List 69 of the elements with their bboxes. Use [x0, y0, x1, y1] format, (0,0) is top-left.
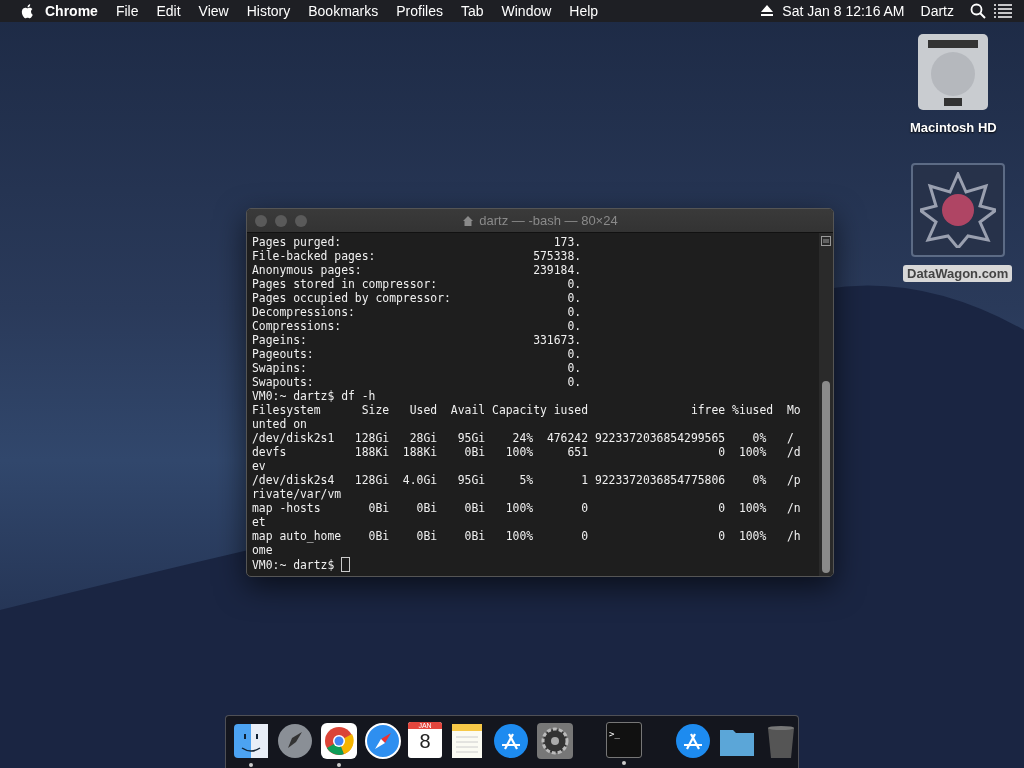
compass-icon[interactable]: [364, 722, 402, 760]
chrome-icon[interactable]: [320, 722, 358, 760]
menu-item[interactable]: Tab: [451, 3, 493, 19]
terminal-text: 0.: [567, 277, 582, 291]
terminal-text: ome: [252, 543, 274, 557]
terminal-text: map -hosts 0Bi 0Bi 0Bi 100% 0 0 100% /n: [252, 501, 802, 515]
terminal-text: 0.: [567, 347, 582, 361]
terminal-text: Filesystem Size Used Avail Capacity iused ifree %iused Mo: [252, 403, 802, 417]
menu-item[interactable]: Profiles: [387, 3, 452, 19]
window-title: dartz — -bash — 80×24: [479, 213, 618, 228]
terminal-text: VM0:~ dartz$ df -h: [252, 389, 377, 403]
terminal-text: Pageouts:: [252, 347, 314, 361]
menu-item[interactable]: History: [237, 3, 300, 19]
terminal-text: 0.: [567, 361, 582, 375]
terminal-prompt: VM0:~ dartz$: [252, 557, 336, 572]
terminal-text: Pages purged:: [252, 235, 342, 249]
terminal-text: Pages occupied by compressor:: [252, 291, 451, 305]
app-store-icon[interactable]: [674, 722, 712, 760]
terminal-text: Compressions:: [252, 319, 342, 333]
menu-item[interactable]: View: [189, 3, 238, 19]
terminal-text: Pages stored in compressor:: [252, 277, 438, 291]
terminal-icon[interactable]: >_: [606, 722, 642, 758]
clock[interactable]: Sat Jan 8 12:16 AM: [774, 3, 913, 19]
terminal-text: /dev/disk2s1 128Gi 28Gi 95Gi 24% 476242 9223372036854299565 0% /: [252, 431, 795, 445]
terminal-text: 0.: [567, 291, 582, 305]
split-view-icon[interactable]: [821, 236, 831, 246]
terminal-text: Anonymous pages:: [252, 263, 362, 277]
app-store-icon[interactable]: [492, 722, 530, 760]
file-label[interactable]: DataWagon.com: [903, 265, 1013, 282]
scroll-thumb[interactable]: [822, 381, 830, 573]
star-pattern-icon: [919, 172, 996, 248]
menu-item[interactable]: File: [106, 3, 148, 19]
terminal-text: et: [252, 515, 267, 529]
menu-item[interactable]: Window: [492, 3, 561, 19]
menu-item[interactable]: Edit: [147, 3, 190, 19]
terminal-text: 239184.: [533, 263, 582, 277]
app-menu[interactable]: Chrome: [36, 3, 107, 19]
eject-icon[interactable]: [760, 5, 775, 17]
settings-icon[interactable]: [536, 722, 574, 760]
terminal-text: ev: [252, 459, 267, 473]
terminal-text: devfs 188Ki 188Ki 0Bi 100% 651 0 100% /d: [252, 445, 802, 459]
terminal-text: 0.: [567, 375, 582, 389]
drive-label[interactable]: Macintosh HD: [910, 120, 997, 135]
list-icon[interactable]: [994, 4, 1012, 18]
calendar-day: 8: [419, 729, 431, 753]
terminal-text: File-backed pages:: [252, 249, 376, 263]
terminal-text: rivate/var/vm: [252, 487, 343, 501]
finder-face-icon[interactable]: [232, 722, 270, 760]
terminal-prompt-glyph: >_: [608, 728, 621, 741]
terminal-text: map auto_home 0Bi 0Bi 0Bi 100% 0 0 100% /h: [252, 529, 802, 543]
user-name[interactable]: Dartz: [912, 3, 962, 19]
terminal-text: 0.: [567, 319, 582, 333]
menu-item[interactable]: Bookmarks: [299, 3, 388, 19]
terminal-text: Pageins:: [252, 333, 307, 347]
terminal-text: Swapins:: [252, 361, 307, 375]
image-thumbnail[interactable]: [910, 163, 1005, 257]
terminal-text: 173.: [553, 235, 582, 249]
menu-item[interactable]: Help: [560, 3, 608, 19]
terminal-text: unted on: [252, 417, 308, 431]
rocket-icon[interactable]: [276, 722, 314, 760]
terminal-text: 0.: [567, 305, 582, 319]
terminal-text: Swapouts:: [252, 375, 314, 389]
terminal-text: /dev/disk2s4 128Gi 4.0Gi 95Gi 5% 1 9223372036854775806 0% /p: [252, 473, 802, 487]
text-cursor: [341, 557, 351, 572]
terminal-text: 575338.: [533, 249, 582, 263]
search-icon[interactable]: [970, 3, 986, 19]
terminal-text: Decompressions:: [252, 305, 355, 319]
terminal-text: 331673.: [533, 333, 582, 347]
home-icon: [462, 214, 475, 227]
